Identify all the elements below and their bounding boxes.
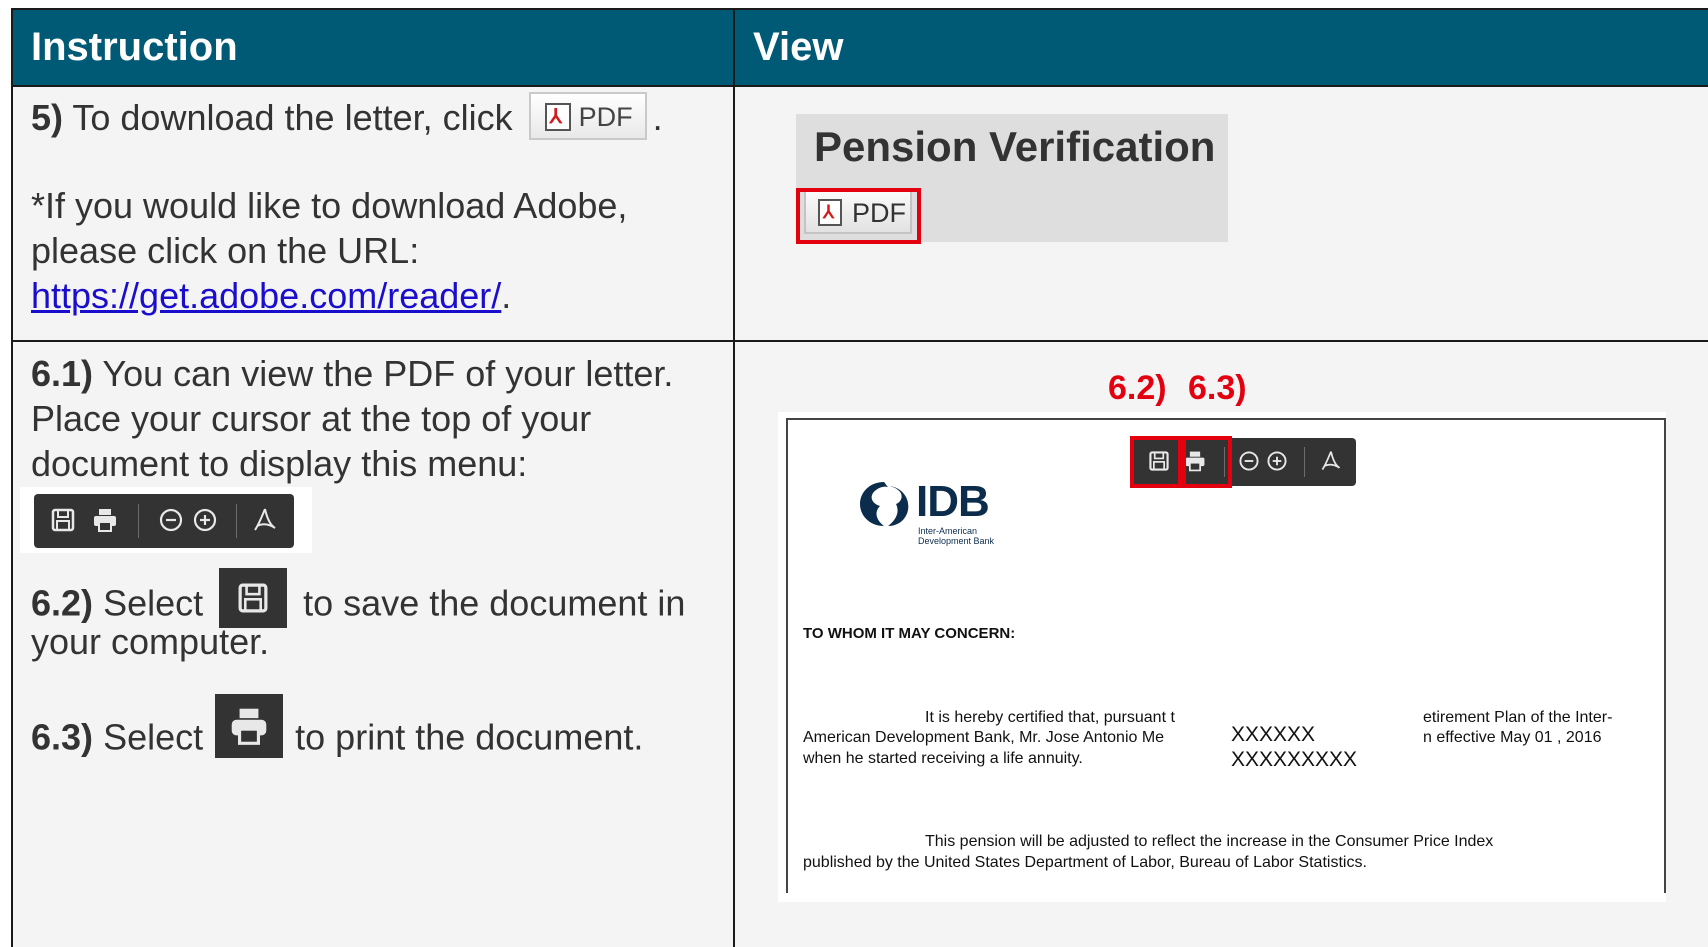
step61-line1: 6.1) You can view the PDF of your letter…	[31, 352, 673, 396]
adobe-line1: *If you would like to download Adobe,	[31, 185, 628, 226]
step61-line2: Place your cursor at the top of your	[31, 398, 592, 439]
step61-number: 6.1)	[31, 353, 94, 394]
step62-line2: your computer.	[31, 621, 270, 662]
adobe-line2: please click on the URL:	[31, 230, 420, 271]
step62-text-before: Select	[103, 582, 204, 624]
pension-verification-title: Pension Verification	[814, 123, 1216, 170]
step62-number: 6.2)	[31, 582, 94, 624]
letter-salutation: TO WHOM IT MAY CONCERN:	[803, 625, 1016, 642]
letter-para2-line1: This pension will be adjusted to reflect…	[925, 833, 1494, 850]
letter-para1-line3: when he started receiving a life annuity…	[803, 750, 1083, 767]
zoom-out-icon[interactable]	[156, 506, 186, 536]
pdf-button-inline[interactable]: ⅄ PDF	[528, 92, 647, 141]
print-button-illustration[interactable]	[215, 694, 284, 758]
row-divider	[13, 340, 1708, 342]
idb-logo-subtitle-line1: Inter-American	[918, 526, 978, 536]
letter-para1-line1a: It is hereby certified that, pursuant t	[925, 709, 1175, 726]
pdf-viewer-toolbar	[34, 494, 294, 548]
save-button-illustration[interactable]	[219, 568, 288, 628]
header-divider	[13, 85, 1708, 87]
step5-text: To download the letter, click	[72, 97, 513, 138]
highlight-print-icon	[1178, 436, 1232, 488]
highlight-pdf-button	[796, 188, 921, 244]
step62-text-after: to save the document in	[303, 582, 686, 624]
adobe-url-period: .	[501, 275, 512, 316]
adobe-acrobat-icon[interactable]	[250, 506, 280, 536]
step63-text-after: to print the document.	[295, 716, 644, 758]
letter-para1-line2a: American Development Bank, Mr. Jose Anto…	[803, 729, 1165, 746]
zoom-out-icon[interactable]	[1236, 449, 1262, 475]
redacted-text-2: XXXXXXXXX	[1231, 748, 1358, 771]
header-instruction: Instruction	[13, 10, 733, 85]
adobe-url-line: https://get.adobe.com/reader/.	[31, 274, 511, 318]
pdf-icon: ⅄	[544, 103, 571, 132]
header-view: View	[735, 10, 1708, 85]
idb-logo: IDB Inter-American Development Bank	[856, 477, 1006, 546]
idb-logo-subtitle-line2: Development Bank	[918, 536, 995, 546]
print-icon	[215, 704, 283, 758]
step5-number: 5)	[31, 97, 64, 138]
adobe-reader-link[interactable]: https://get.adobe.com/reader/	[31, 275, 501, 316]
print-icon[interactable]	[90, 506, 120, 536]
zoom-in-icon[interactable]	[1264, 449, 1290, 475]
letter-para2-line2: published by the United States Departmen…	[803, 854, 1367, 871]
zoom-in-icon[interactable]	[190, 506, 220, 536]
idb-logo-text: IDB	[916, 477, 990, 526]
callout-6-3: 6.3)	[1188, 369, 1247, 407]
redacted-text-1: XXXXXX	[1231, 723, 1316, 746]
step63-number: 6.3)	[31, 716, 94, 758]
step63-text-before: Select	[103, 716, 204, 758]
letter-para1-line1b: etirement Plan of the Inter-	[1423, 709, 1613, 726]
callout-6-2: 6.2)	[1108, 369, 1167, 407]
column-divider	[733, 10, 735, 947]
pdf-button-label: PDF	[578, 102, 633, 133]
toolbar-separator	[236, 504, 237, 538]
step61-text: You can view the PDF of your letter.	[102, 353, 674, 394]
idb-logo-icon	[860, 482, 909, 526]
idb-logo-subtitle: Inter-American Development Bank	[918, 526, 994, 546]
toolbar-separator	[138, 504, 139, 538]
letter-para1-line2b: n effective May 01 , 2016	[1423, 729, 1602, 746]
step5-period: .	[652, 97, 663, 138]
step63-line: 6.3) Select to print the document.	[31, 694, 644, 772]
adobe-acrobat-icon[interactable]	[1318, 449, 1344, 475]
toolbar-separator	[1304, 447, 1305, 477]
step61-line3: document to display this menu:	[31, 443, 528, 484]
step5-line: 5) To download the letter, click ⅄ PDF .	[31, 92, 663, 144]
save-icon[interactable]	[48, 506, 78, 536]
